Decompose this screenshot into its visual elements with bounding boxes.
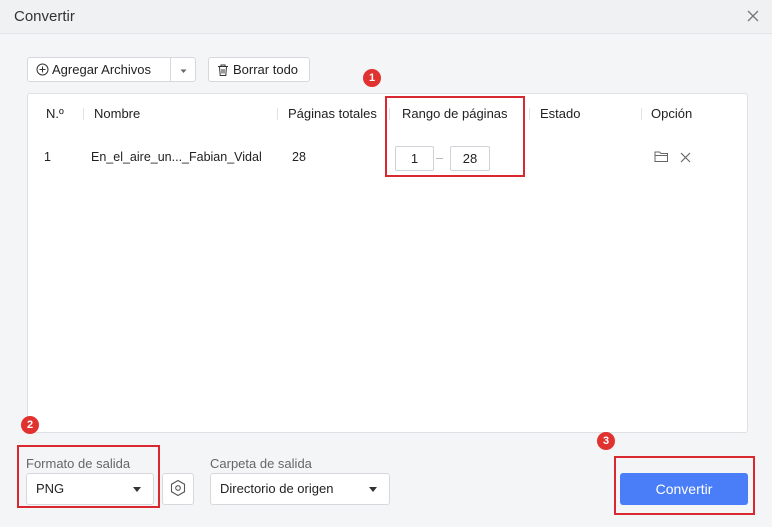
- output-folder-value: Directorio de origen: [220, 481, 334, 496]
- add-files-label: Agregar Archivos: [52, 62, 151, 77]
- column-separator: [277, 108, 278, 120]
- column-separator: [529, 108, 530, 120]
- trash-icon: [216, 63, 230, 77]
- add-files-dropdown[interactable]: [171, 58, 195, 81]
- clear-all-label: Borrar todo: [233, 62, 299, 77]
- column-header-status: Estado: [540, 106, 581, 121]
- column-header-number: N.º: [46, 106, 64, 121]
- step-badge-1: 1: [363, 69, 381, 87]
- highlight-output-format: [17, 445, 160, 508]
- step-badge-2: 2: [21, 416, 39, 434]
- title-bar: Convertir: [0, 0, 772, 34]
- column-separator: [83, 108, 84, 120]
- format-settings-button[interactable]: [162, 473, 194, 505]
- clear-all-button[interactable]: Borrar todo: [208, 57, 310, 82]
- plus-circle-icon: [36, 63, 49, 76]
- add-files-button[interactable]: Agregar Archivos: [28, 58, 172, 81]
- step-badge-3: 3: [597, 432, 615, 450]
- convert-dialog: Convertir Agregar Archivos Borrar todo N…: [0, 0, 772, 527]
- row-total-pages: 28: [292, 150, 306, 164]
- output-folder-select[interactable]: Directorio de origen: [210, 473, 390, 505]
- settings-hexagon-icon: [169, 479, 187, 500]
- dialog-title: Convertir: [14, 8, 75, 25]
- output-folder-label: Carpeta de salida: [210, 456, 312, 471]
- add-files-button-group: Agregar Archivos: [27, 57, 196, 82]
- highlight-page-range: [385, 96, 525, 177]
- column-header-name: Nombre: [94, 106, 141, 121]
- row-index: 1: [44, 150, 51, 164]
- column-separator: [641, 108, 642, 120]
- column-header-total-pages: Páginas totales: [288, 106, 377, 121]
- column-header-option: Opción: [651, 106, 693, 121]
- caret-down-icon: [369, 487, 377, 492]
- highlight-convert-button: [614, 456, 755, 515]
- remove-icon[interactable]: [680, 151, 691, 166]
- row-file-name: En_el_aire_un..._Fabian_Vidal: [91, 150, 262, 164]
- close-icon[interactable]: [746, 9, 760, 23]
- caret-down-icon: [180, 62, 187, 77]
- folder-icon[interactable]: [654, 150, 669, 166]
